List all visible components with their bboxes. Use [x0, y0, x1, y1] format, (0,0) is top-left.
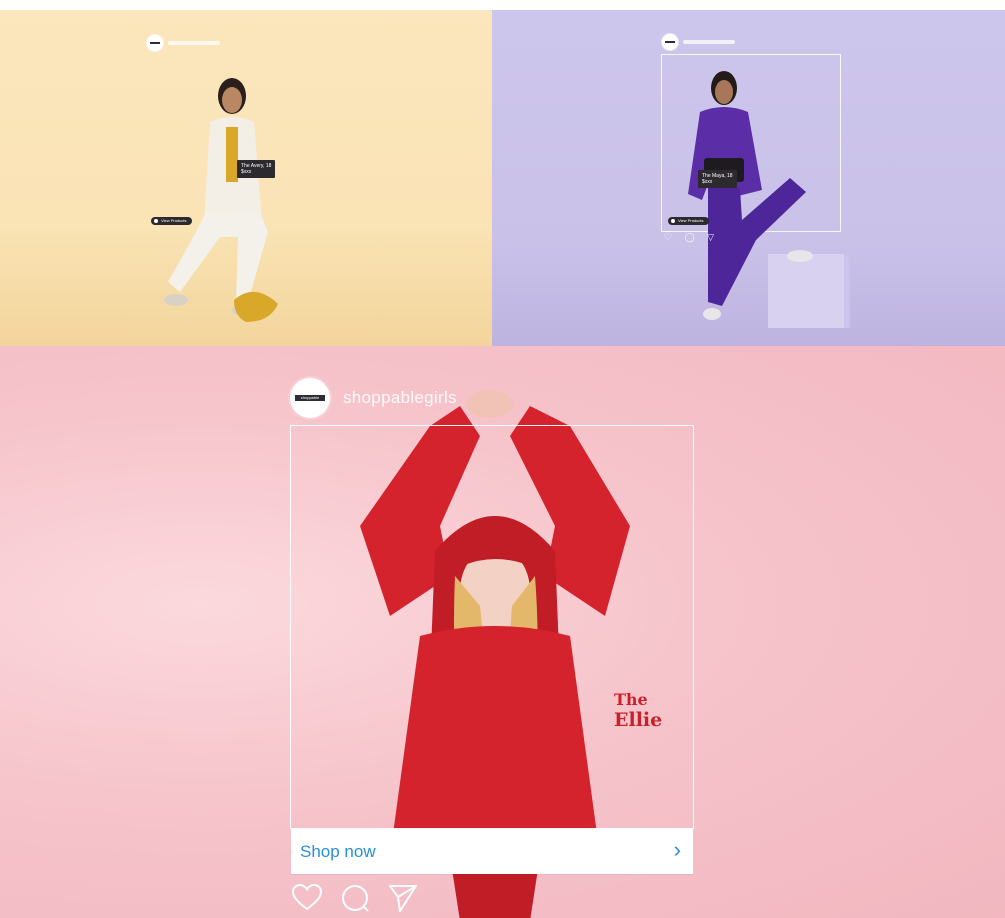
- heart-icon[interactable]: [290, 881, 324, 915]
- avatar-logo: shoppable: [295, 395, 325, 401]
- post-image-frame: [290, 425, 694, 829]
- lavender-post-preview: The Maya, 18 $xxx View Products ♡ ◯ ▽: [492, 10, 1005, 346]
- product-tag[interactable]: The Maya, 18 $xxx: [698, 170, 737, 188]
- shop-now-label: Shop now: [300, 842, 376, 861]
- mini-handle: [168, 41, 220, 45]
- profile-avatar[interactable]: shoppable: [290, 378, 330, 418]
- product-tag[interactable]: The Avery, 18 $xxx: [237, 160, 276, 178]
- view-products-pill[interactable]: View Products: [668, 217, 709, 225]
- mini-handle: [683, 40, 735, 44]
- mini-avatar[interactable]: [147, 35, 163, 51]
- product-tag-price: $xxx: [702, 179, 713, 185]
- send-icon[interactable]: [386, 881, 420, 915]
- mini-avatar[interactable]: [662, 34, 678, 50]
- chevron-right-icon: ›: [673, 837, 681, 862]
- view-products-label: View Products: [161, 218, 187, 223]
- view-products-label: View Products: [678, 218, 704, 223]
- view-products-pill[interactable]: View Products: [151, 217, 192, 225]
- product-tag-price: $xxx: [241, 169, 252, 175]
- model-lavender-figure: [688, 71, 813, 320]
- yellow-post-preview: The Avery, 18 $xxx View Products: [0, 10, 492, 346]
- mini-action-icons[interactable]: ♡ ◯ ▽: [664, 232, 719, 243]
- account-handle[interactable]: shoppablegirls: [343, 388, 457, 408]
- shop-now-bar[interactable]: Shop now ›: [291, 829, 693, 874]
- comment-icon[interactable]: [338, 881, 372, 915]
